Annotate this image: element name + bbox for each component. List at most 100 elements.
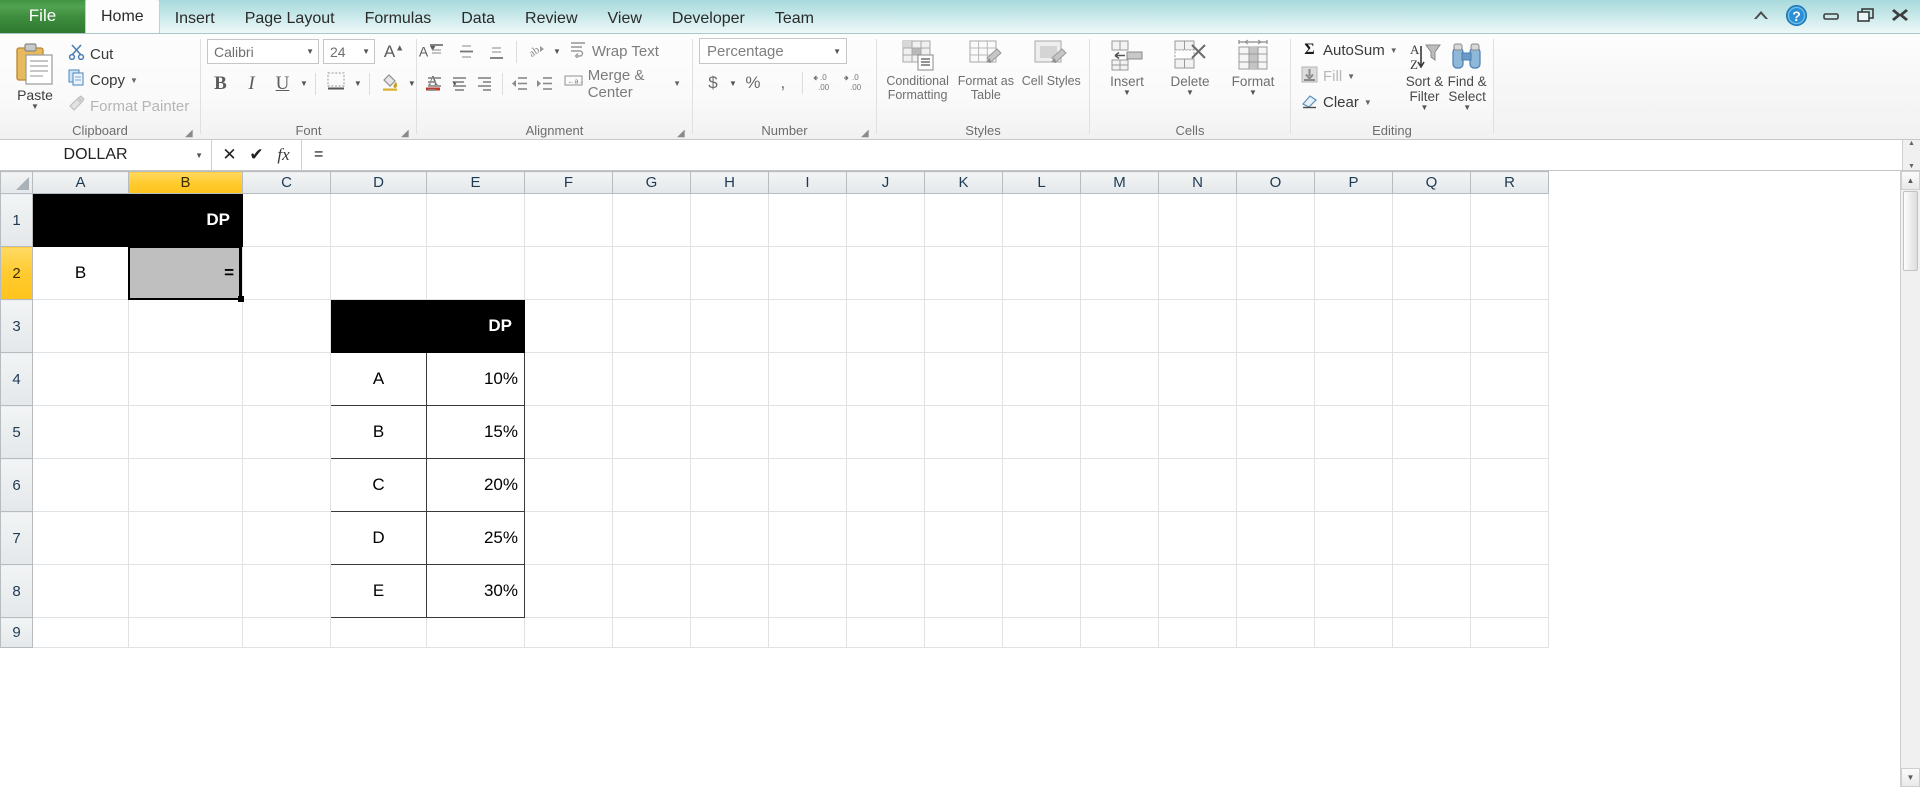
row-header-5[interactable]: 5 xyxy=(0,405,33,459)
cell-I3[interactable] xyxy=(768,299,847,353)
cell-A5[interactable] xyxy=(32,405,129,459)
borders-button[interactable] xyxy=(323,70,350,97)
tab-insert[interactable]: Insert xyxy=(160,5,230,33)
cancel-formula-button[interactable]: ✕ xyxy=(216,142,243,169)
borders-caret-icon[interactable]: ▼ xyxy=(354,79,362,88)
font-size-caret-icon[interactable]: ▼ xyxy=(362,47,370,56)
cell-L7[interactable] xyxy=(1002,511,1081,565)
cell-G2[interactable] xyxy=(612,246,691,300)
cell-Q1[interactable] xyxy=(1392,193,1471,247)
cell-Q7[interactable] xyxy=(1392,511,1471,565)
cell-R1[interactable] xyxy=(1470,193,1549,247)
cell-F9[interactable] xyxy=(524,617,613,648)
cell-F4[interactable] xyxy=(524,352,613,406)
find-select-button[interactable]: Find & Select ▼ xyxy=(1447,38,1487,112)
cell-C1[interactable] xyxy=(242,193,331,247)
cell-J3[interactable] xyxy=(846,299,925,353)
cell-F7[interactable] xyxy=(524,511,613,565)
column-header-H[interactable]: H xyxy=(690,171,769,194)
tab-home[interactable]: Home xyxy=(85,0,160,33)
cell-N5[interactable] xyxy=(1158,405,1237,459)
formula-bar-expand[interactable]: ▲ ▼ xyxy=(1902,140,1920,170)
cell-F8[interactable] xyxy=(524,564,613,618)
cell-L2[interactable] xyxy=(1002,246,1081,300)
cell-N7[interactable] xyxy=(1158,511,1237,565)
cell-C2[interactable] xyxy=(242,246,331,300)
cell-M6[interactable] xyxy=(1080,458,1159,512)
column-header-M[interactable]: M xyxy=(1080,171,1159,194)
cell-I7[interactable] xyxy=(768,511,847,565)
cell-G8[interactable] xyxy=(612,564,691,618)
cell-L1[interactable] xyxy=(1002,193,1081,247)
cell-I6[interactable] xyxy=(768,458,847,512)
select-all-button[interactable] xyxy=(0,171,33,194)
cell-R4[interactable] xyxy=(1470,352,1549,406)
cell-M5[interactable] xyxy=(1080,405,1159,459)
cell-R8[interactable] xyxy=(1470,564,1549,618)
cell-A6[interactable] xyxy=(32,458,129,512)
cell-E6-percent[interactable]: 20% xyxy=(426,458,525,512)
column-header-O[interactable]: O xyxy=(1236,171,1315,194)
cell-Q2[interactable] xyxy=(1392,246,1471,300)
enter-formula-button[interactable]: ✔ xyxy=(243,142,270,169)
paste-dropdown-caret[interactable]: ▼ xyxy=(31,103,39,111)
cell-L4[interactable] xyxy=(1002,352,1081,406)
tab-data[interactable]: Data xyxy=(446,5,510,33)
cell-C6[interactable] xyxy=(242,458,331,512)
cell-E9[interactable] xyxy=(426,617,525,648)
cell-O7[interactable] xyxy=(1236,511,1315,565)
cell-J6[interactable] xyxy=(846,458,925,512)
cell-J9[interactable] xyxy=(846,617,925,648)
cell-A2[interactable]: B xyxy=(32,246,129,300)
cell-I4[interactable] xyxy=(768,352,847,406)
cell-E8-percent[interactable]: 30% xyxy=(426,564,525,618)
cell-I1[interactable] xyxy=(768,193,847,247)
cell-D6-grade[interactable]: C xyxy=(330,458,427,512)
cell-D5-grade[interactable]: B xyxy=(330,405,427,459)
cell-R6[interactable] xyxy=(1470,458,1549,512)
cell-J5[interactable] xyxy=(846,405,925,459)
column-header-E[interactable]: E xyxy=(426,171,525,194)
cell-M8[interactable] xyxy=(1080,564,1159,618)
cell-P9[interactable] xyxy=(1314,617,1393,648)
cell-K5[interactable] xyxy=(924,405,1003,459)
cell-M4[interactable] xyxy=(1080,352,1159,406)
orientation-caret-icon[interactable]: ▼ xyxy=(553,47,561,56)
clear-button[interactable]: Clear ▼ xyxy=(1297,90,1402,115)
cell-O3[interactable] xyxy=(1236,299,1315,353)
cell-D2[interactable] xyxy=(330,246,427,300)
cell-M3[interactable] xyxy=(1080,299,1159,353)
tab-file[interactable]: File xyxy=(0,0,85,33)
cell-O2[interactable] xyxy=(1236,246,1315,300)
italic-button[interactable]: I xyxy=(238,70,265,97)
sort-filter-button[interactable]: A Z Sort & Filter ▼ xyxy=(1405,38,1445,112)
cell-E7-percent[interactable]: 25% xyxy=(426,511,525,565)
cell-P3[interactable] xyxy=(1314,299,1393,353)
cell-L5[interactable] xyxy=(1002,405,1081,459)
cell-B4[interactable] xyxy=(128,352,243,406)
cell-K1[interactable] xyxy=(924,193,1003,247)
cell-F2[interactable] xyxy=(524,246,613,300)
cell-H4[interactable] xyxy=(690,352,769,406)
cell-M2[interactable] xyxy=(1080,246,1159,300)
formula-input[interactable]: = xyxy=(302,140,1902,170)
column-header-G[interactable]: G xyxy=(612,171,691,194)
cell-L3[interactable] xyxy=(1002,299,1081,353)
font-name-caret-icon[interactable]: ▼ xyxy=(306,47,314,56)
cell-I9[interactable] xyxy=(768,617,847,648)
cell-O6[interactable] xyxy=(1236,458,1315,512)
cell-F5[interactable] xyxy=(524,405,613,459)
tab-developer[interactable]: Developer xyxy=(657,5,760,33)
cell-styles-button[interactable]: Cell Styles xyxy=(1020,38,1083,88)
cell-A4[interactable] xyxy=(32,352,129,406)
fill-button[interactable]: Fill ▼ xyxy=(1297,64,1402,89)
cell-R5[interactable] xyxy=(1470,405,1549,459)
insert-cells-caret-icon[interactable]: ▼ xyxy=(1123,89,1131,97)
cell-N6[interactable] xyxy=(1158,458,1237,512)
column-header-A[interactable]: A xyxy=(32,171,129,194)
font-size-input[interactable]: 24 ▼ xyxy=(323,39,375,64)
cell-B2-editing[interactable]: = xyxy=(128,246,243,300)
column-header-C[interactable]: C xyxy=(242,171,331,194)
cell-O5[interactable] xyxy=(1236,405,1315,459)
cell-B5[interactable] xyxy=(128,405,243,459)
